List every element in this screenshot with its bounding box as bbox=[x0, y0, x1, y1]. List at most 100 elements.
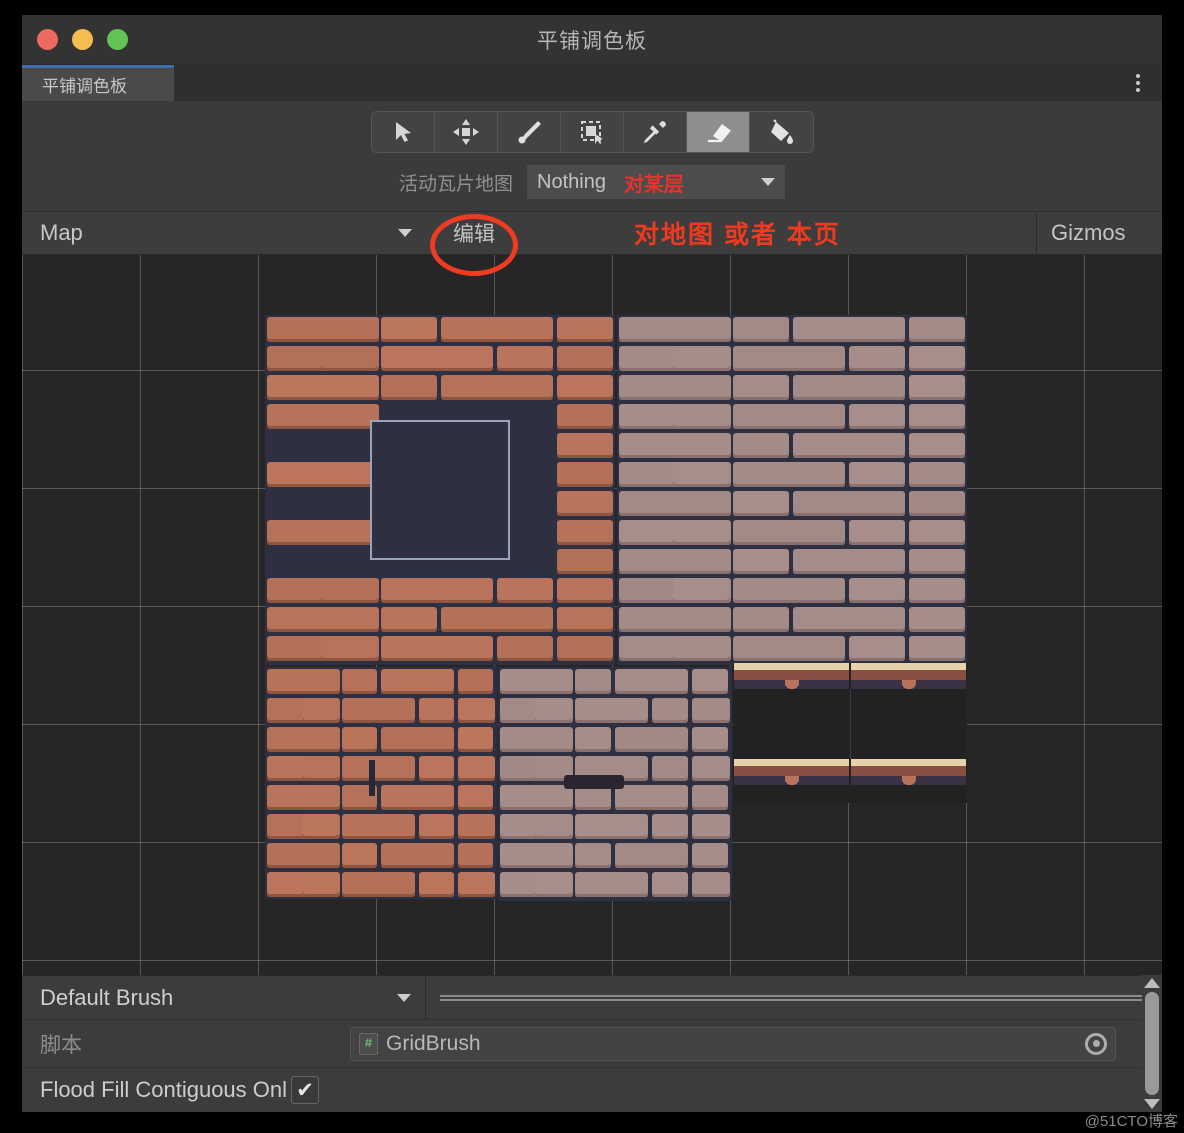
script-object-field[interactable]: # GridBrush bbox=[350, 1026, 1116, 1061]
brick-tile bbox=[381, 346, 493, 371]
brick-tile bbox=[342, 872, 415, 897]
active-tilemap-dropdown[interactable]: Nothing 对某层 bbox=[527, 165, 785, 199]
checkmark-icon: ✔ bbox=[296, 1078, 314, 1102]
brick-tile bbox=[535, 814, 571, 839]
brick-tile bbox=[692, 698, 730, 723]
flood-fill-checkbox[interactable]: ✔ bbox=[291, 1076, 320, 1104]
brick-tile bbox=[909, 404, 965, 429]
brick-tile bbox=[733, 607, 789, 632]
active-tilemap-annotation: 对某层 bbox=[623, 173, 684, 196]
chevron-down-icon bbox=[397, 993, 411, 1002]
brick-tile bbox=[575, 814, 648, 839]
brick-tile bbox=[557, 317, 613, 342]
brick-tile bbox=[909, 578, 965, 603]
brick-tile bbox=[733, 404, 845, 429]
brick-tile bbox=[619, 607, 731, 632]
flood-fill-row: Flood Fill Contiguous Onl ✔ bbox=[22, 1068, 1162, 1112]
brick-tile bbox=[458, 756, 495, 781]
platform-ledge-block[interactable] bbox=[733, 663, 967, 803]
close-button[interactable] bbox=[37, 29, 58, 50]
brick-tile bbox=[267, 317, 379, 342]
brick-tile bbox=[733, 520, 845, 545]
object-picker-icon[interactable] bbox=[1085, 1032, 1107, 1055]
vertical-scrollbar[interactable] bbox=[1142, 975, 1162, 1112]
brick-column-block[interactable] bbox=[265, 667, 497, 899]
brick-tile bbox=[381, 375, 437, 400]
brush-selector-row: Default Brush bbox=[22, 976, 1162, 1020]
box-select-icon bbox=[579, 119, 605, 145]
brush-dropdown[interactable]: Default Brush bbox=[22, 976, 426, 1019]
palette-dropdown[interactable]: Map bbox=[22, 212, 426, 254]
brick-tile bbox=[342, 727, 377, 752]
brick-tile bbox=[849, 520, 905, 545]
brick-tile bbox=[557, 462, 613, 487]
scrollbar-thumb[interactable] bbox=[1145, 992, 1159, 1095]
brush-panel-wrapper: Default Brush 脚本 # GridBrush Flood Fill … bbox=[22, 975, 1162, 1112]
box-fill-tool-button[interactable] bbox=[560, 112, 624, 152]
active-tilemap-value: Nothing bbox=[537, 170, 606, 193]
brick-tile bbox=[500, 669, 573, 694]
watermark: @51CTO博客 bbox=[1084, 1113, 1178, 1130]
brick-tile bbox=[321, 578, 377, 603]
brick-tile bbox=[673, 520, 729, 545]
brick-tile bbox=[497, 636, 553, 661]
brick-tile bbox=[267, 404, 379, 429]
kebab-dot bbox=[1136, 74, 1140, 78]
brick-tile bbox=[849, 404, 905, 429]
brick-tile bbox=[793, 375, 905, 400]
brick-tile bbox=[909, 549, 965, 574]
brick-tile bbox=[793, 607, 905, 632]
palette-canvas[interactable] bbox=[22, 255, 1162, 975]
select-tool-button[interactable] bbox=[371, 112, 435, 152]
brick-tile bbox=[557, 491, 613, 516]
move-tool-button[interactable] bbox=[434, 112, 498, 152]
brick-tile bbox=[557, 346, 613, 371]
brick-tile bbox=[909, 346, 965, 371]
brick-tile bbox=[342, 698, 415, 723]
script-file-icon: # bbox=[359, 1032, 378, 1055]
brick-muted-hole-block[interactable] bbox=[498, 667, 732, 901]
platform-divider bbox=[850, 689, 851, 759]
brick-tile bbox=[652, 814, 688, 839]
erase-tool-button[interactable] bbox=[686, 112, 750, 152]
brick-tile bbox=[733, 346, 845, 371]
brick-tile bbox=[575, 843, 611, 868]
paint-tool-button[interactable] bbox=[497, 112, 561, 152]
brick-tile bbox=[615, 669, 688, 694]
gizmos-button[interactable]: Gizmos bbox=[1036, 212, 1162, 254]
brick-tile bbox=[619, 433, 731, 458]
edit-button[interactable]: 编辑 bbox=[426, 212, 522, 276]
flood-fill-label: Flood Fill Contiguous Onl bbox=[40, 1077, 288, 1102]
brick-tile bbox=[652, 872, 688, 897]
brick-wall-window-block[interactable] bbox=[265, 315, 615, 665]
wall-crack bbox=[369, 759, 376, 796]
minimize-button[interactable] bbox=[72, 29, 93, 50]
fill-tool-button[interactable] bbox=[749, 112, 813, 152]
brick-tile bbox=[652, 698, 688, 723]
brick-tile bbox=[381, 727, 454, 752]
chevron-down-icon bbox=[761, 178, 775, 186]
brick-wall-plain-block[interactable] bbox=[617, 315, 967, 665]
brick-tile bbox=[381, 607, 437, 632]
kebab-menu-icon[interactable] bbox=[1128, 65, 1148, 101]
brick-tile bbox=[458, 872, 495, 897]
maximize-button[interactable] bbox=[107, 29, 128, 50]
active-tilemap-label: 活动瓦片地图 bbox=[398, 173, 513, 195]
scroll-down-arrow-icon[interactable] bbox=[1144, 1099, 1160, 1109]
brick-tile bbox=[441, 375, 553, 400]
brick-tile bbox=[267, 520, 379, 545]
brick-tile bbox=[733, 317, 789, 342]
scroll-up-arrow-icon[interactable] bbox=[1144, 978, 1160, 988]
brick-tile bbox=[673, 346, 729, 371]
brush-slider[interactable] bbox=[426, 976, 1162, 1019]
tab-tile-palette[interactable]: 平铺调色板 bbox=[22, 65, 174, 101]
platform-knob bbox=[901, 776, 916, 785]
brick-tile bbox=[303, 872, 338, 897]
brick-tile bbox=[615, 843, 688, 868]
brick-tile bbox=[615, 727, 688, 752]
brick-tile bbox=[557, 549, 613, 574]
brick-tile bbox=[692, 843, 728, 868]
brick-tile bbox=[381, 843, 454, 868]
edit-button-label: 编辑 bbox=[453, 223, 495, 246]
picker-tool-button[interactable] bbox=[623, 112, 687, 152]
